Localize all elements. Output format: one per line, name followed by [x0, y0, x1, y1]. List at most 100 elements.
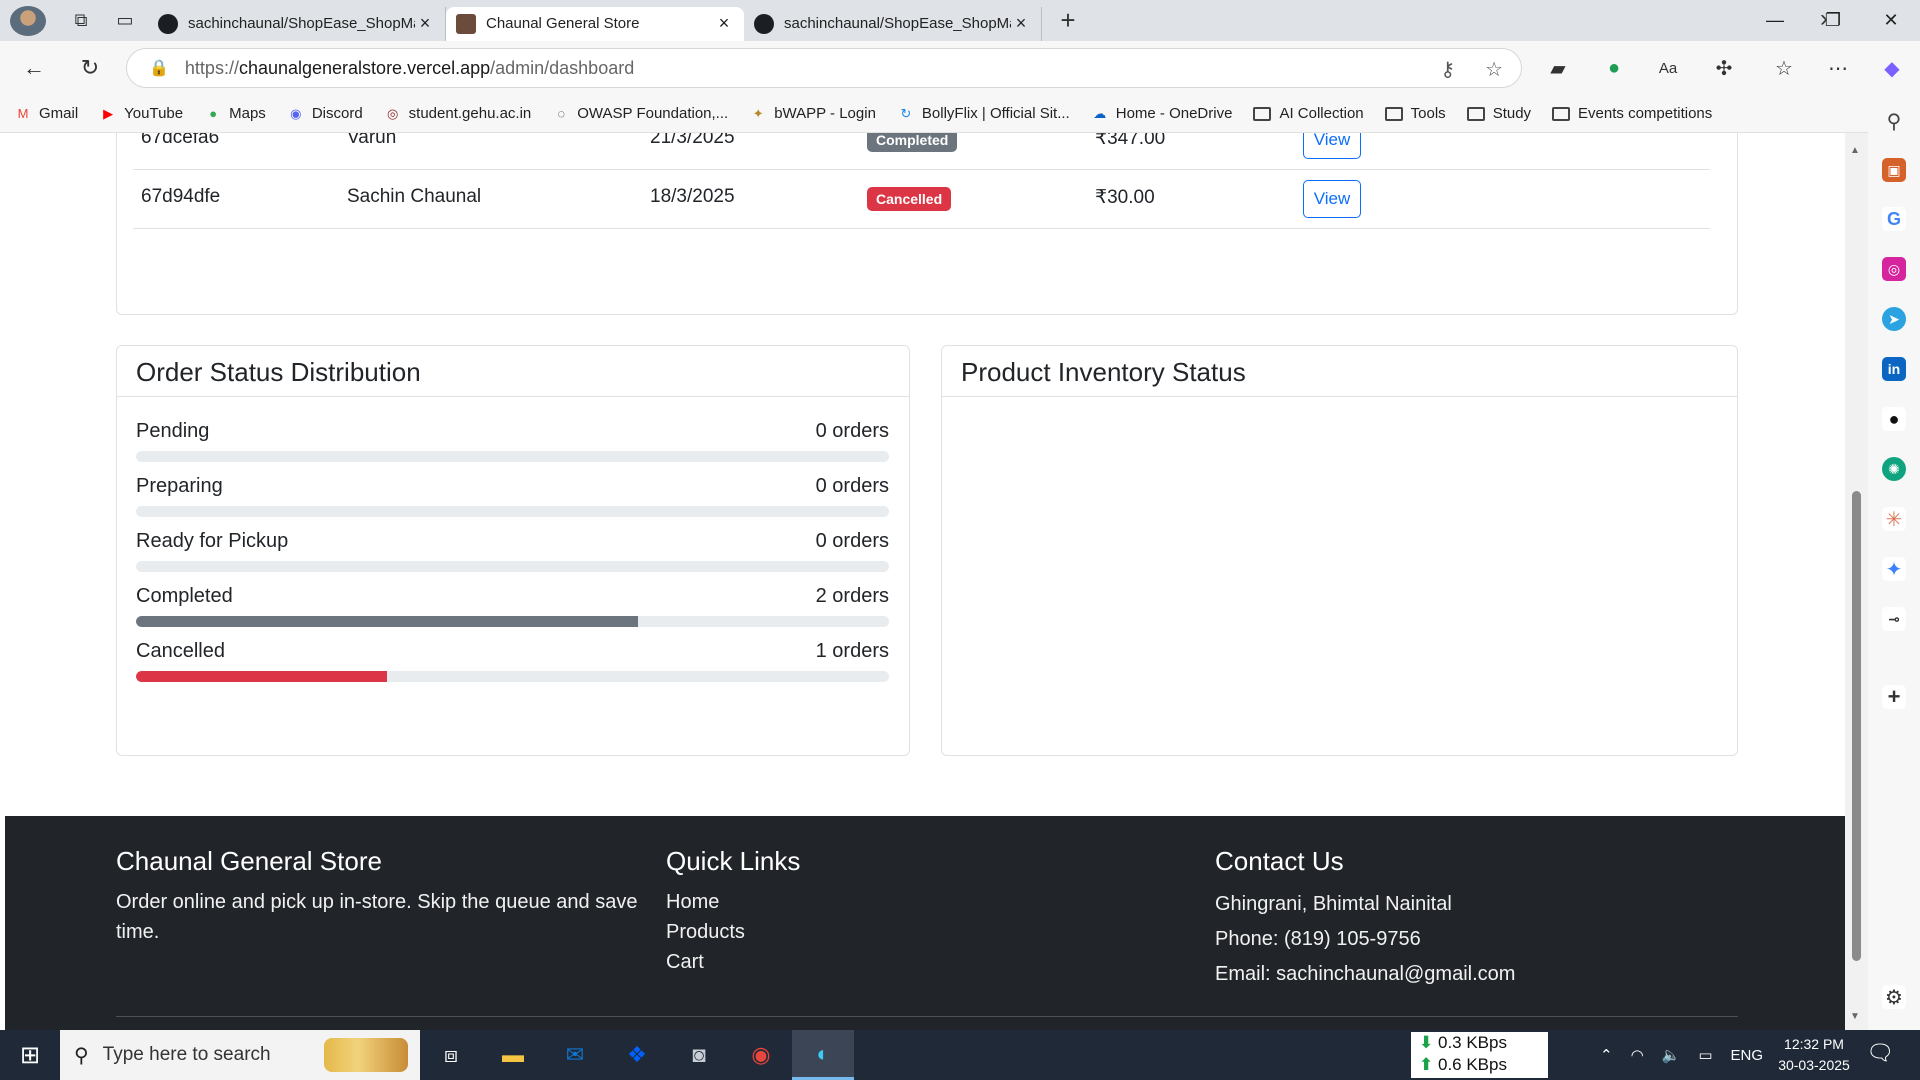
github-icon — [158, 13, 178, 34]
scroll-down-icon[interactable]: ▼ — [1850, 1011, 1860, 1022]
owasp-icon: ◌ — [557, 106, 566, 121]
view-order-button[interactable]: View — [1303, 133, 1361, 159]
progress-track — [136, 616, 889, 627]
file-explorer-icon[interactable]: ▬ — [482, 1030, 544, 1080]
bookmark-label: student.gehu.ac.in — [408, 105, 532, 122]
language-indicator[interactable]: ENG — [1731, 1047, 1764, 1064]
bookmark-tools[interactable]: Tools — [1384, 105, 1446, 122]
footer-link-home[interactable]: Home — [666, 887, 1166, 917]
bookmark-bwapp-login[interactable]: ✦ bWAPP - Login — [749, 105, 876, 123]
outlook-icon[interactable]: ✉ — [544, 1030, 606, 1080]
bookmark-label: Study — [1492, 105, 1532, 122]
back-button[interactable]: ← — [12, 46, 56, 90]
claude-icon[interactable]: ✳ — [1882, 507, 1906, 531]
tools-briefcase-icon[interactable]: ▣ — [1882, 158, 1906, 182]
scroll-up-icon[interactable]: ▲ — [1850, 145, 1860, 156]
taskbar-search-box[interactable]: ⚲ Type here to search — [60, 1030, 420, 1080]
bookmark-youtube[interactable]: ▶ YouTube — [99, 105, 183, 123]
footer-divider — [116, 1016, 1738, 1017]
view-order-button[interactable]: View — [1303, 180, 1361, 218]
page-scrollbar[interactable]: ▲ ▼ — [1845, 133, 1868, 1030]
copilot-icon[interactable]: ◆ — [1874, 48, 1910, 88]
extensions-puzzle-icon[interactable]: ✣ — [1706, 48, 1742, 88]
arrow-tool-icon[interactable]: ⊸ — [1882, 607, 1906, 631]
extension-green-icon[interactable]: ● — [1596, 48, 1632, 88]
google-icon[interactable]: G — [1882, 207, 1906, 231]
bookmarks-overflow-chevron-icon[interactable]: › — [1820, 5, 1828, 33]
bookmark-ai-collection[interactable]: AI Collection — [1253, 105, 1364, 122]
task-view-icon[interactable]: ⧈ — [420, 1030, 482, 1080]
close-window-button[interactable]: ✕ — [1862, 0, 1920, 41]
bookmark-bollyflix-official-sit[interactable]: ↻ BollyFlix | Official Sit... — [897, 105, 1069, 123]
dropbox-icon[interactable]: ❖ — [606, 1030, 668, 1080]
profile-avatar[interactable] — [10, 5, 46, 36]
favorites-icon[interactable]: ☆ — [1766, 48, 1802, 88]
bookmarks-bar: M Gmail ▶ YouTube ● Maps ◉ Discord ◎ student.gehu… — [0, 95, 1920, 133]
new-tab-button[interactable]: + — [1048, 5, 1088, 36]
linkedin-icon[interactable]: in — [1882, 357, 1906, 381]
github-icon[interactable]: ● — [1882, 407, 1906, 431]
search-icon[interactable]: ⚲ — [1882, 109, 1906, 133]
close-tab-icon[interactable]: × — [714, 13, 734, 34]
settings-more-icon[interactable]: ⋯ — [1820, 48, 1856, 88]
bookmark-home-onedrive[interactable]: ☁ Home - OneDrive — [1091, 105, 1232, 123]
gemini-icon[interactable]: ✦ — [1882, 557, 1906, 581]
instagram-icon[interactable]: ◎ — [1882, 257, 1906, 281]
bookmark-owasp-foundation[interactable]: ◌ OWASP Foundation,... — [552, 105, 728, 123]
telegram-icon[interactable]: ➤ — [1882, 307, 1906, 331]
battery-icon[interactable]: ▭ — [1698, 1046, 1712, 1064]
bookmark-label: Tools — [1410, 105, 1446, 122]
minimize-button[interactable]: — — [1746, 0, 1804, 41]
folder-icon — [1253, 106, 1272, 121]
site-info-icon[interactable]: 🔒 — [149, 58, 169, 78]
read-aloud-icon[interactable]: Aa — [1650, 48, 1686, 88]
bookmark-maps[interactable]: ● Maps — [204, 105, 266, 123]
sidebar-settings-gear-icon[interactable]: ⚙ — [1882, 985, 1906, 1009]
bookmark-student-gehu-ac-in[interactable]: ◎ student.gehu.ac.in — [384, 105, 532, 123]
status-badge: Cancelled — [867, 187, 952, 211]
address-bar[interactable]: 🔒 https://chaunalgeneralstore.vercel.app… — [126, 48, 1522, 88]
close-tab-icon[interactable]: × — [415, 13, 435, 34]
notifications-icon[interactable]: 🗨 — [1866, 1040, 1894, 1066]
bookmark-label: YouTube — [124, 105, 184, 122]
windows-start-icon[interactable]: ⊞ — [0, 1030, 60, 1080]
add-sidebar-item-icon[interactable]: + — [1882, 684, 1906, 709]
bookmark-discord[interactable]: ◉ Discord — [287, 105, 363, 123]
tab-github-1[interactable]: sachinchaunal/ShopEase_ShopMa × — [148, 6, 446, 41]
show-hidden-icons-chevron-icon[interactable]: ⌃ — [1600, 1046, 1613, 1064]
status-label: Completed — [136, 585, 233, 607]
footer-contact-title: Contact Us — [1215, 846, 1344, 876]
edge-icon[interactable]: ◐ — [792, 1030, 854, 1080]
refresh-button[interactable]: ↻ — [68, 46, 112, 90]
password-key-icon[interactable]: ⚷ — [1440, 57, 1455, 82]
extension-icon[interactable]: ▰ — [1540, 48, 1576, 88]
favorite-star-icon[interactable]: ☆ — [1485, 57, 1503, 82]
bookmark-events-competitions[interactable]: Events competitions — [1552, 105, 1712, 122]
status-count: 2 orders — [815, 585, 889, 607]
bookmark-study[interactable]: Study — [1466, 105, 1532, 122]
scrollbar-thumb[interactable] — [1852, 491, 1861, 961]
footer-link-products[interactable]: Products — [666, 917, 1166, 947]
tab-title: sachinchaunal/ShopEase_ShopMa — [784, 15, 1011, 32]
camera-icon[interactable]: ◙ — [668, 1030, 730, 1080]
tab-github-2[interactable]: sachinchaunal/ShopEase_ShopMa × — [744, 6, 1042, 41]
chatgpt-icon[interactable]: ✺ — [1882, 457, 1906, 481]
store-favicon-icon — [456, 13, 476, 34]
order-date: 18/3/2025 — [650, 186, 735, 207]
close-tab-icon[interactable]: × — [1011, 13, 1031, 34]
chrome-icon[interactable]: ◉ — [730, 1030, 792, 1080]
table-row: 67dcefa6 Varun 21/3/2025 Completed ₹347.… — [133, 133, 1710, 170]
taskbar-clock[interactable]: 12:32 PM 30-03-2025 — [1764, 1034, 1864, 1076]
tab-actions-icon[interactable]: ▭ — [108, 4, 142, 38]
tab-chaunal-store[interactable]: Chaunal General Store × — [446, 6, 744, 41]
wifi-icon[interactable]: ◠ — [1631, 1046, 1644, 1064]
bookmark-gmail[interactable]: M Gmail — [14, 105, 79, 123]
status-label: Pending — [136, 420, 210, 442]
footer-link-cart[interactable]: Cart — [666, 947, 1166, 977]
net-down-speed: 0.3 KBps — [1437, 1033, 1507, 1052]
volume-icon[interactable]: 🔈 — [1662, 1046, 1681, 1064]
workspaces-icon[interactable]: ⧉ — [64, 4, 98, 38]
maximize-button[interactable]: ❐ — [1804, 0, 1862, 41]
order-id: 67dcefa6 — [141, 133, 220, 148]
footer-brand-column: Chaunal General Store Order online and p… — [116, 846, 656, 947]
